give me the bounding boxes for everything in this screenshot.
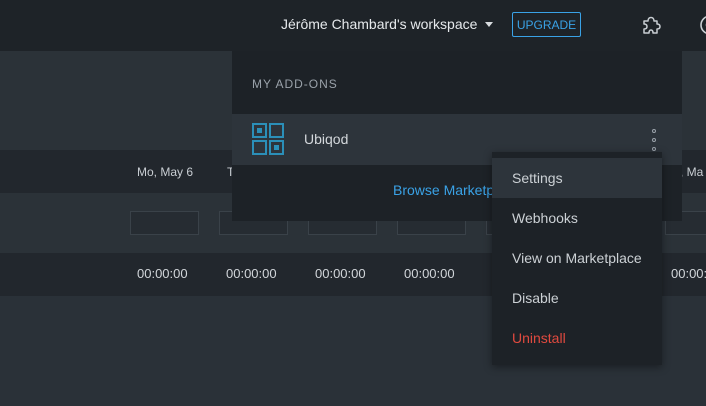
menu-item-disable[interactable]: Disable xyxy=(492,278,662,318)
menu-item-view-marketplace[interactable]: View on Marketplace xyxy=(492,238,662,278)
day-total: 00:00:00 xyxy=(671,266,706,281)
day-total: 00:00:00 xyxy=(404,266,455,281)
time-input-cell[interactable] xyxy=(130,211,199,235)
menu-item-webhooks[interactable]: Webhooks xyxy=(492,198,662,238)
day-total: 00:00:00 xyxy=(315,266,366,281)
puzzle-icon[interactable] xyxy=(639,13,663,37)
day-label: , Ma xyxy=(680,165,704,179)
grid-qr-icon xyxy=(252,123,284,155)
addons-title: MY ADD-ONS xyxy=(252,77,338,91)
day-total: 00:00:00 xyxy=(137,266,188,281)
day-total: 00:00:00 xyxy=(226,266,277,281)
addon-context-menu: Settings Webhooks View on Marketplace Di… xyxy=(492,152,662,365)
upgrade-button[interactable]: UPGRADE xyxy=(512,12,581,37)
chevron-down-icon xyxy=(485,22,494,27)
menu-item-settings[interactable]: Settings xyxy=(492,158,662,198)
gear-icon[interactable] xyxy=(697,12,706,38)
day-label: Mo, May 6 xyxy=(137,165,194,179)
workspace-switcher[interactable]: Jérôme Chambard's workspace xyxy=(281,16,494,32)
browse-marketplace-link[interactable]: Browse Marketplace xyxy=(393,182,492,198)
menu-item-uninstall[interactable]: Uninstall xyxy=(492,318,662,358)
kebab-menu-icon[interactable] xyxy=(648,127,660,153)
workspace-name: Jérôme Chambard's workspace xyxy=(281,16,478,32)
addon-name: Ubiqod xyxy=(304,131,349,147)
